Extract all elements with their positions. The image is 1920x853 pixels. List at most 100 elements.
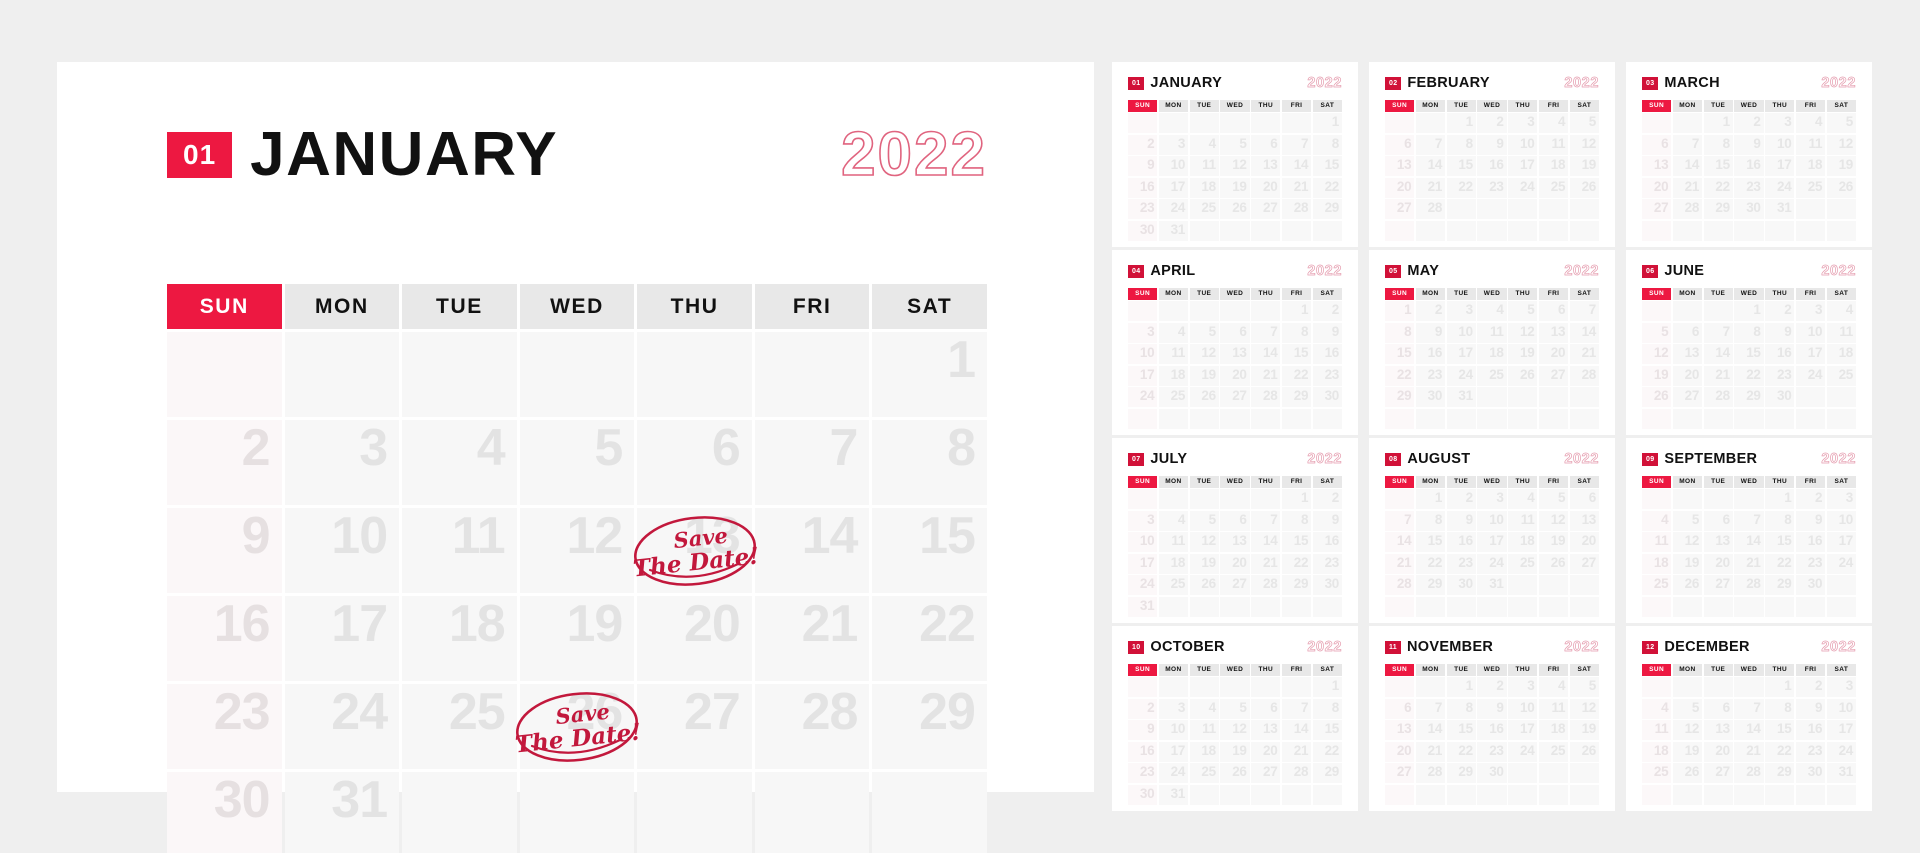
mini-day-cell-25[interactable]: 25 [1189, 763, 1219, 783]
mini-day-cell-9[interactable]: 9 [1477, 134, 1507, 155]
mini-day-cell-24[interactable]: 24 [1826, 553, 1856, 574]
mini-day-cell-31[interactable]: 31 [1158, 784, 1189, 805]
mini-day-cell-26[interactable]: 26 [1220, 763, 1250, 783]
mini-day-cell-11[interactable]: 11 [1189, 156, 1219, 176]
mini-day-cell-24[interactable]: 24 [1826, 741, 1856, 762]
mini-day-cell-20[interactable]: 20 [1251, 741, 1281, 762]
mini-day-cell-empty[interactable] [1538, 199, 1569, 219]
mini-day-cell-empty[interactable] [1477, 596, 1507, 617]
mini-day-cell-empty[interactable] [1765, 408, 1795, 429]
mini-day-cell-empty[interactable] [1734, 220, 1764, 241]
mini-day-cell-empty[interactable] [1128, 489, 1158, 509]
mini-calendar-july[interactable]: 07 JULY 2022 SUN MON TUE WED THU FRI SAT 1 2 3 4 5 6 7 8 9… [1112, 438, 1358, 623]
main-day-cell-16[interactable]: 16 [167, 596, 282, 681]
main-day-cell-30[interactable]: 30 [167, 772, 282, 853]
mini-day-cell-9[interactable]: 9 [1415, 322, 1446, 343]
mini-day-cell-10[interactable]: 10 [1128, 344, 1158, 364]
mini-day-cell-11[interactable]: 11 [1477, 322, 1507, 343]
mini-day-cell-5[interactable]: 5 [1220, 134, 1250, 155]
mini-day-cell-3[interactable]: 3 [1128, 510, 1158, 531]
mini-day-cell-4[interactable]: 4 [1508, 489, 1538, 509]
mini-day-cell-22[interactable]: 22 [1312, 741, 1342, 762]
mini-day-cell-12[interactable]: 12 [1538, 510, 1569, 531]
mini-day-cell-empty[interactable] [1642, 301, 1672, 321]
mini-day-cell-19[interactable]: 19 [1672, 553, 1703, 574]
mini-day-cell-19[interactable]: 19 [1189, 365, 1219, 386]
mini-day-cell-20[interactable]: 20 [1703, 741, 1733, 762]
mini-day-cell-empty[interactable] [1569, 575, 1599, 595]
mini-day-cell-18[interactable]: 18 [1642, 741, 1672, 762]
mini-day-cell-16[interactable]: 16 [1415, 344, 1446, 364]
mini-day-cell-6[interactable]: 6 [1220, 510, 1250, 531]
mini-day-cell-16[interactable]: 16 [1734, 156, 1764, 176]
main-day-cell-13[interactable]: 13 [637, 508, 752, 593]
mini-day-cell-empty[interactable] [1795, 596, 1826, 617]
main-day-cell-28[interactable]: 28 [754, 684, 870, 769]
mini-day-cell-24[interactable]: 24 [1508, 741, 1538, 762]
mini-day-cell-30[interactable]: 30 [1312, 575, 1342, 595]
mini-day-cell-28[interactable]: 28 [1251, 387, 1281, 407]
mini-day-cell-empty[interactable] [1703, 220, 1733, 241]
mini-day-cell-30[interactable]: 30 [1765, 387, 1795, 407]
mini-day-cell-16[interactable]: 16 [1446, 532, 1476, 552]
main-day-cell-empty[interactable] [754, 332, 870, 417]
mini-day-cell-18[interactable]: 18 [1158, 553, 1189, 574]
mini-day-cell-empty[interactable] [1795, 220, 1826, 241]
mini-day-cell-empty[interactable] [1826, 784, 1856, 805]
mini-day-cell-20[interactable]: 20 [1251, 177, 1281, 198]
mini-day-cell-empty[interactable] [1251, 677, 1281, 697]
mini-day-cell-1[interactable]: 1 [1385, 301, 1415, 321]
mini-day-cell-24[interactable]: 24 [1765, 177, 1795, 198]
mini-day-cell-21[interactable]: 21 [1569, 344, 1599, 364]
main-day-cell-23[interactable]: 23 [167, 684, 282, 769]
mini-day-cell-11[interactable]: 11 [1642, 532, 1672, 552]
mini-day-cell-10[interactable]: 10 [1508, 134, 1538, 155]
mini-day-cell-2[interactable]: 2 [1477, 677, 1507, 697]
mini-day-cell-empty[interactable] [1158, 113, 1189, 133]
mini-day-cell-29[interactable]: 29 [1385, 387, 1415, 407]
mini-day-cell-3[interactable]: 3 [1508, 113, 1538, 133]
mini-day-cell-empty[interactable] [1703, 301, 1733, 321]
main-day-cell-empty[interactable] [402, 772, 517, 853]
mini-day-cell-21[interactable]: 21 [1251, 553, 1281, 574]
mini-day-cell-15[interactable]: 15 [1385, 344, 1415, 364]
main-day-cell-empty[interactable] [519, 332, 635, 417]
mini-day-cell-17[interactable]: 17 [1826, 720, 1856, 740]
mini-day-cell-18[interactable]: 18 [1642, 553, 1672, 574]
mini-day-cell-8[interactable]: 8 [1446, 134, 1476, 155]
mini-day-cell-empty[interactable] [1538, 387, 1569, 407]
mini-day-cell-28[interactable]: 28 [1703, 387, 1733, 407]
mini-calendar-october[interactable]: 10 OCTOBER 2022 SUN MON TUE WED THU FRI SAT 1 2 3 4 5 6… [1112, 626, 1358, 811]
mini-day-cell-3[interactable]: 3 [1477, 489, 1507, 509]
main-day-cell-12[interactable]: 12 [519, 508, 635, 593]
mini-day-cell-9[interactable]: 9 [1795, 698, 1826, 719]
mini-day-cell-24[interactable]: 24 [1477, 553, 1507, 574]
mini-day-cell-empty[interactable] [1826, 408, 1856, 429]
mini-day-cell-10[interactable]: 10 [1158, 720, 1189, 740]
mini-day-cell-17[interactable]: 17 [1446, 344, 1476, 364]
mini-day-cell-16[interactable]: 16 [1795, 532, 1826, 552]
mini-day-cell-empty[interactable] [1220, 113, 1250, 133]
mini-day-cell-27[interactable]: 27 [1703, 575, 1733, 595]
mini-day-cell-4[interactable]: 4 [1642, 698, 1672, 719]
mini-day-cell-5[interactable]: 5 [1642, 322, 1672, 343]
mini-day-cell-1[interactable]: 1 [1765, 677, 1795, 697]
mini-day-cell-empty[interactable] [1281, 408, 1312, 429]
mini-day-cell-27[interactable]: 27 [1672, 387, 1703, 407]
mini-day-cell-empty[interactable] [1415, 113, 1446, 133]
mini-day-cell-7[interactable]: 7 [1251, 322, 1281, 343]
mini-day-cell-26[interactable]: 26 [1220, 199, 1250, 219]
mini-day-cell-12[interactable]: 12 [1642, 344, 1672, 364]
mini-day-cell-30[interactable]: 30 [1795, 763, 1826, 783]
mini-day-cell-16[interactable]: 16 [1795, 720, 1826, 740]
mini-day-cell-21[interactable]: 21 [1251, 365, 1281, 386]
mini-day-cell-21[interactable]: 21 [1385, 553, 1415, 574]
mini-day-cell-28[interactable]: 28 [1415, 199, 1446, 219]
mini-day-cell-16[interactable]: 16 [1128, 741, 1158, 762]
mini-day-cell-22[interactable]: 22 [1703, 177, 1733, 198]
mini-day-cell-30[interactable]: 30 [1795, 575, 1826, 595]
mini-day-cell-empty[interactable] [1281, 784, 1312, 805]
mini-day-cell-19[interactable]: 19 [1569, 720, 1599, 740]
mini-day-cell-6[interactable]: 6 [1220, 322, 1250, 343]
mini-day-cell-22[interactable]: 22 [1415, 553, 1446, 574]
